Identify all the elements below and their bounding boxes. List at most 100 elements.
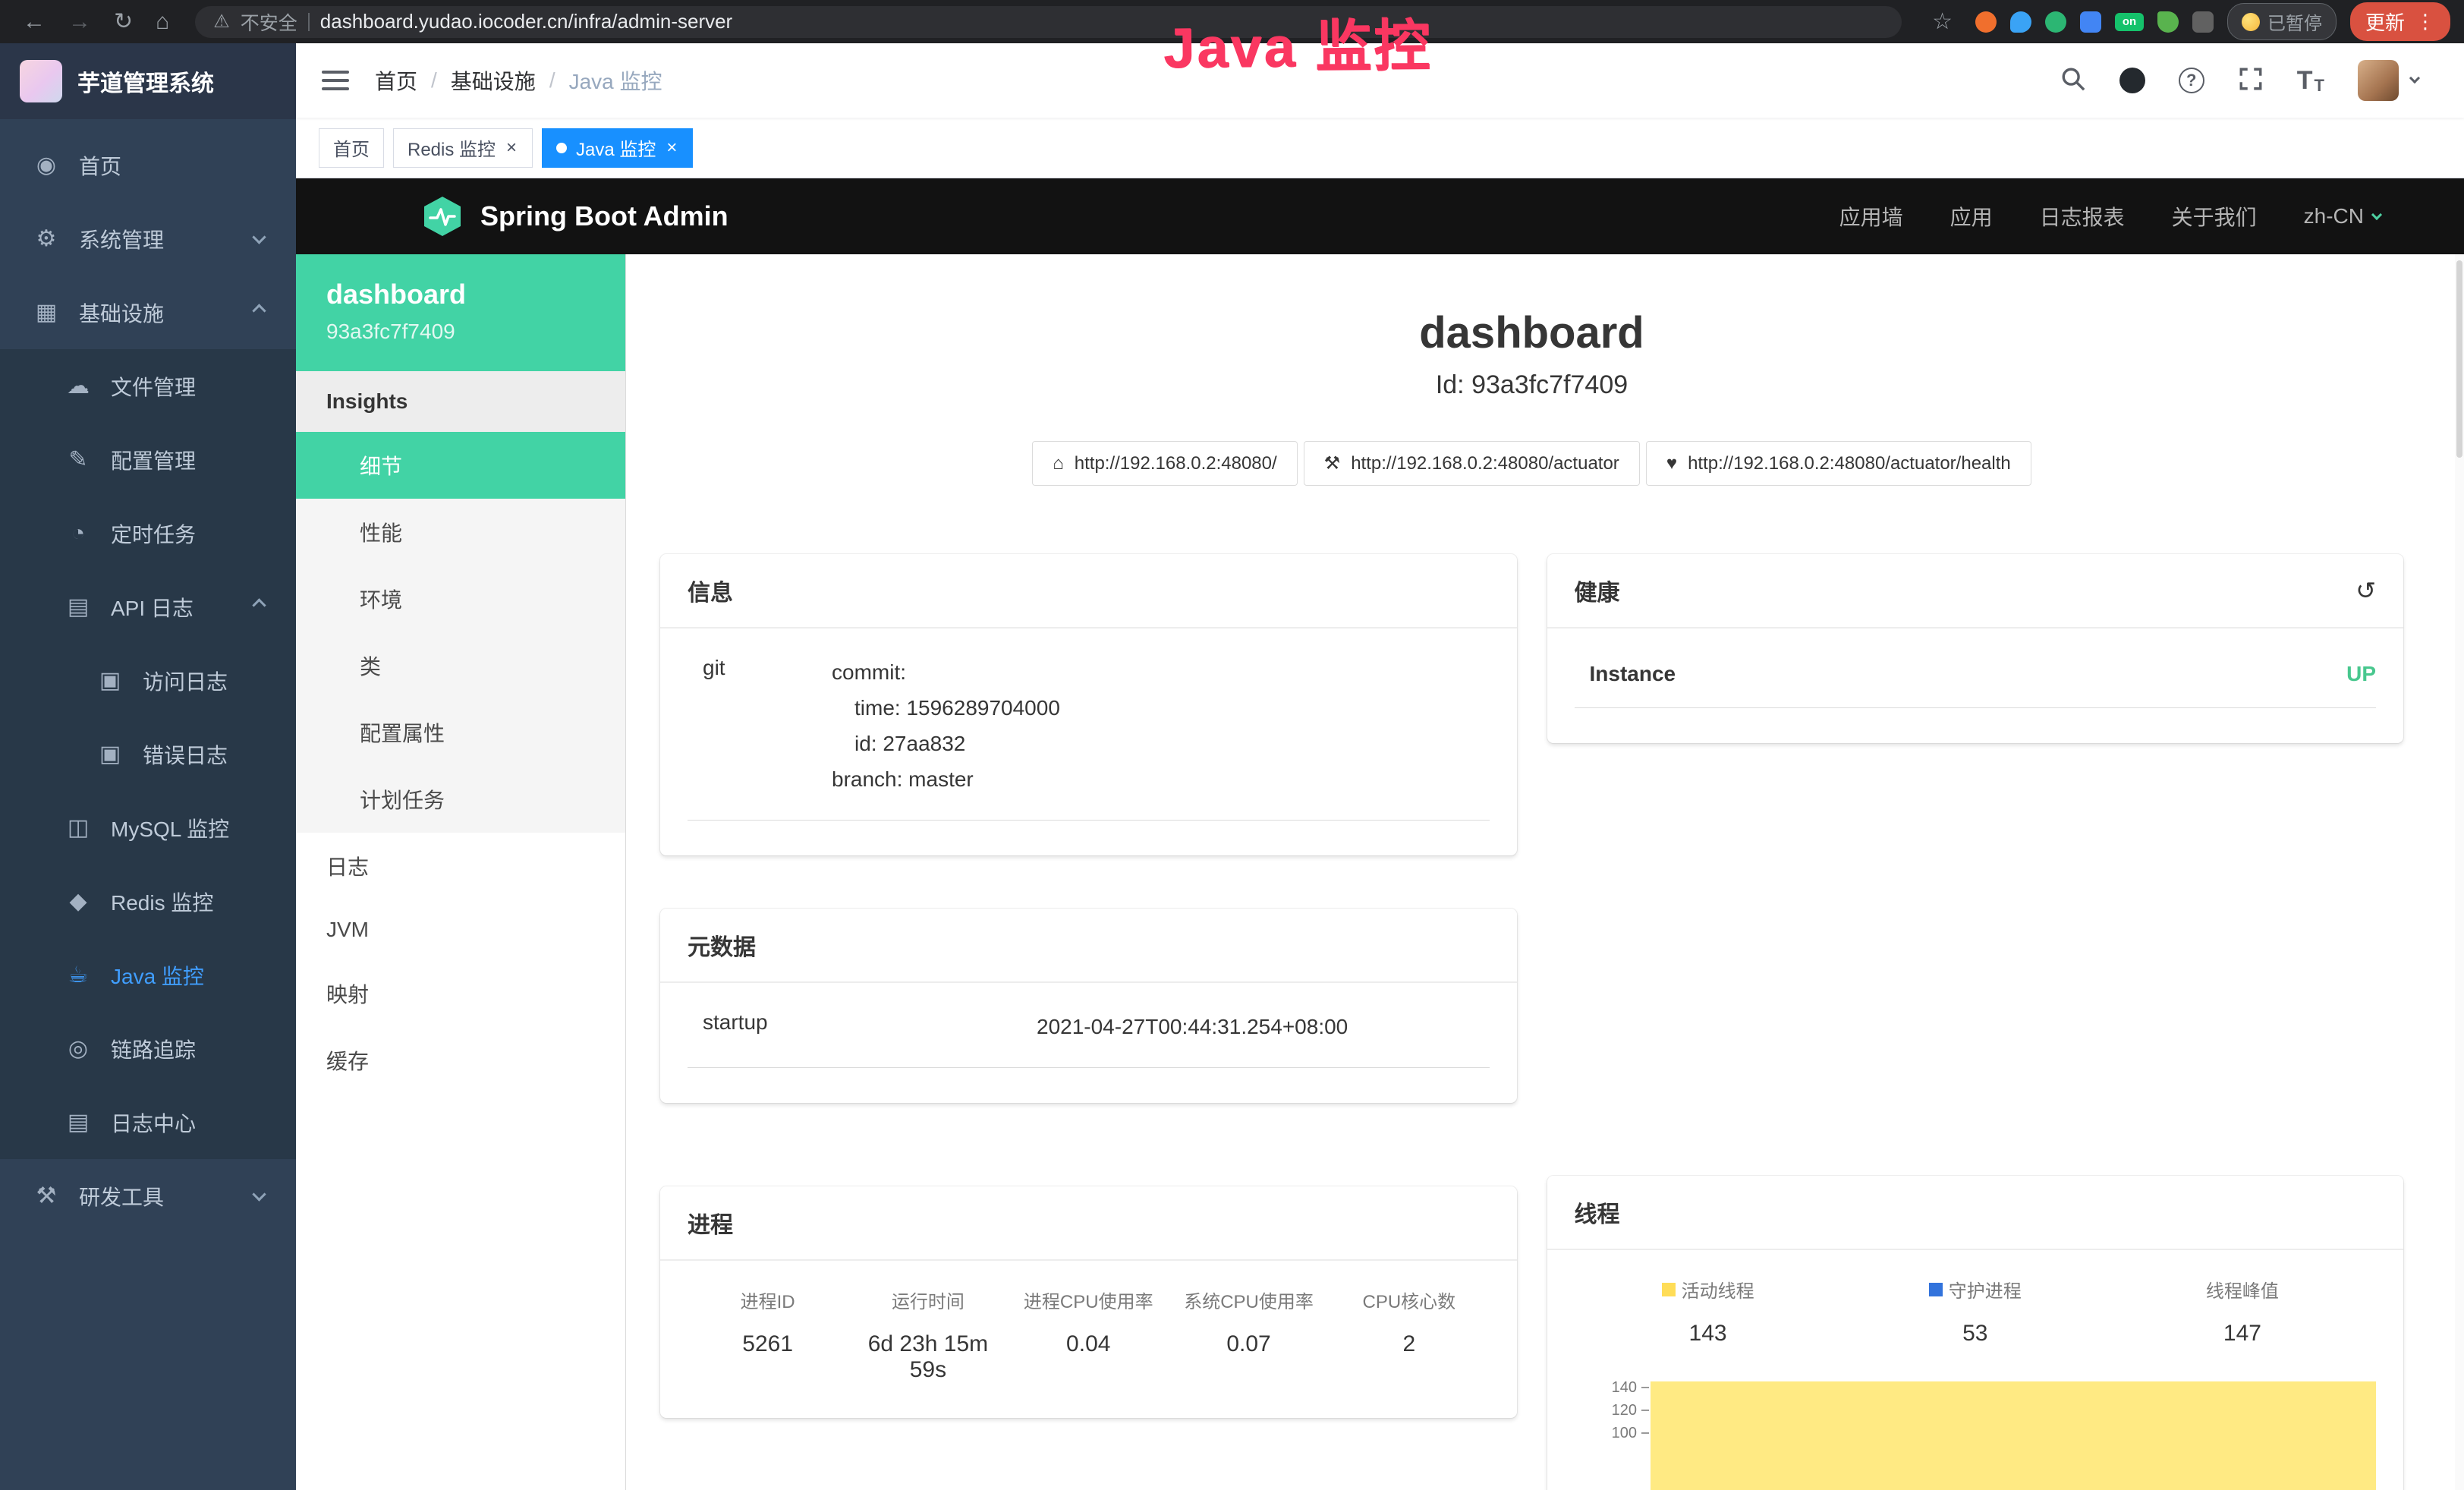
sidebar-item-label: 错误日志 [143,739,228,770]
forward-icon[interactable]: → [59,9,100,35]
java-icon: ☕ [64,962,93,988]
metric-uptime: 运行时间 6d 23h 15m 59s [848,1287,1008,1383]
sba-navbar: Spring Boot Admin 应用墙 应用 日志报表 关于我们 zh-CN [296,178,2464,254]
close-icon[interactable]: × [505,137,518,159]
sidebar-item-log-center[interactable]: ▤ 日志中心 [0,1085,296,1159]
security-label[interactable]: 不安全 [241,8,297,36]
annotation-java-monitor: Java 监控 [1163,0,1432,83]
history-icon[interactable]: ↺ [2355,576,2376,605]
address-bar[interactable]: ⚠ 不安全 dashboard.yudao.iocoder.cn/infra/a… [195,6,1902,38]
sidebar-item-file-management[interactable]: ☁ 文件管理 [0,349,296,423]
sidebar-item-infrastructure[interactable]: ▦ 基础设施 [0,276,296,349]
sidebar-item-home[interactable]: ◉ 首页 [0,128,296,202]
search-icon[interactable] [2060,66,2086,96]
service-url-button[interactable]: ⌂ http://192.168.0.2:48080/ [1032,441,1297,486]
instance-header[interactable]: dashboard 93a3fc7f7409 [296,254,625,371]
nav-wallboard[interactable]: 应用墙 [1839,201,1903,232]
bookmark-star-icon[interactable]: ☆ [1923,8,1962,35]
threads-chart: 140 120 100 [1575,1372,2377,1490]
card-header: 元数据 [660,909,1517,983]
green-extension-icon[interactable] [2045,11,2066,33]
paused-badge[interactable]: 已暂停 [2227,3,2337,40]
sba-item-environment[interactable]: 环境 [296,565,625,632]
sidebar-item-error-logs[interactable]: ▣ 错误日志 [0,717,296,791]
metric-cpu-cores: CPU核心数 2 [1329,1287,1489,1383]
home-icon[interactable]: ⌂ [146,9,178,35]
sba-item-metrics[interactable]: 性能 [296,499,625,565]
scrollbar-thumb[interactable] [2456,260,2462,458]
switch-on-extension-icon[interactable]: on [2115,13,2144,31]
nav-journal[interactable]: 日志报表 [2040,201,2125,232]
sba-item-scheduled-tasks[interactable]: 计划任务 [296,766,625,833]
leaf-extension-icon[interactable] [2157,11,2179,33]
breadcrumb-home[interactable]: 首页 [375,65,417,96]
grid-extension-icon[interactable] [2080,11,2101,33]
redis-icon: ◆ [64,888,93,915]
puzzle-extension-icon[interactable] [2192,11,2214,33]
sidebar-item-dev-tools[interactable]: ⚒ 研发工具 [0,1159,296,1233]
chevron-down-icon [2371,209,2382,220]
sidebar-item-java-monitor[interactable]: ☕ Java 监控 [0,938,296,1012]
process-card: 进程 进程ID 5261 [660,1186,1517,1418]
sba-item-classes[interactable]: 类 [296,632,625,699]
font-size-icon[interactable]: T T [2297,66,2324,96]
health-url-button[interactable]: ♥ http://192.168.0.2:48080/actuator/heal… [1646,441,2031,486]
svg-text:140: 140 [1611,1379,1636,1396]
drop-extension-icon[interactable] [2010,11,2031,33]
tab-redis-monitor[interactable]: Redis 监控 × [393,128,533,168]
nav-about[interactable]: 关于我们 [2172,201,2257,232]
tags-view: 首页 Redis 监控 × Java 监控 × [296,118,2464,178]
metric-system-cpu: 系统CPU使用率 0.07 [1169,1287,1329,1383]
sidebar-item-trace[interactable]: ◎ 链路追踪 [0,1012,296,1085]
sba-item-caches[interactable]: 缓存 [296,1027,625,1094]
insights-section-label: Insights [296,371,625,432]
sidebar-item-redis-monitor[interactable]: ◆ Redis 监控 [0,865,296,938]
app-logo[interactable]: 芋道管理系统 [0,43,296,119]
tab-home[interactable]: 首页 [319,128,384,168]
scrollbar[interactable] [2455,254,2464,1490]
sba-brand[interactable]: Spring Boot Admin [421,195,729,238]
sidebar-item-system[interactable]: ⚙ 系统管理 [0,202,296,276]
breadcrumb: 首页 / 基础设施 / Java 监控 [375,65,662,96]
caret-down-icon [2409,73,2420,83]
url-text[interactable]: dashboard.yudao.iocoder.cn/infra/admin-s… [320,10,732,33]
sidebar-item-scheduled-tasks[interactable]: ◔ 定时任务 [0,496,296,570]
user-menu[interactable] [2358,60,2418,101]
sba-item-mappings[interactable]: 映射 [296,960,625,1027]
health-icon: ♥ [1666,453,1677,474]
breadcrumb-infrastructure[interactable]: 基础设施 [451,65,536,96]
update-button[interactable]: 更新 ⋮ [2350,2,2450,41]
hamburger-icon[interactable] [322,68,349,93]
git-id-line: id: 27aa832 [832,726,1490,761]
status-up-badge: UP [2346,662,2376,686]
sidebar-item-mysql-monitor[interactable]: ◫ MySQL 监控 [0,791,296,865]
sba-item-jvm[interactable]: JVM [296,899,625,960]
reload-icon[interactable]: ↻ [105,8,142,35]
close-icon[interactable]: × [665,137,678,159]
sidebar-item-label: 基础设施 [79,298,164,328]
chevron-up-icon [252,304,266,317]
tab-label: Java 监控 [576,134,656,161]
gear-icon: ⚙ [32,225,61,252]
lion-extension-icon[interactable] [1975,11,1997,33]
back-icon[interactable]: ← [14,9,55,35]
cloud-icon: ☁ [64,373,93,399]
sidebar-item-access-logs[interactable]: ▣ 访问日志 [0,644,296,717]
sidebar-item-label: 定时任务 [111,518,196,549]
locale-selector[interactable]: zh-CN [2304,204,2381,228]
github-icon[interactable] [2119,68,2145,93]
fullscreen-icon[interactable] [2238,66,2264,96]
avatar [2358,60,2399,101]
sidebar-item-config-management[interactable]: ✎ 配置管理 [0,423,296,496]
sba-item-logs[interactable]: 日志 [296,833,625,899]
sba-item-config-props[interactable]: 配置属性 [296,699,625,766]
nav-applications[interactable]: 应用 [1950,201,1993,232]
tab-java-monitor[interactable]: Java 监控 × [542,128,693,168]
question-icon[interactable]: ? [2179,68,2204,93]
sidebar-item-api-logs[interactable]: ▤ API 日志 [0,570,296,644]
actuator-url-button[interactable]: ⚒ http://192.168.0.2:48080/actuator [1304,441,1640,486]
info-key: git [688,654,832,797]
kebab-menu-icon[interactable]: ⋮ [2415,10,2435,33]
sidebar-item-label: 配置管理 [111,445,196,475]
sba-item-details[interactable]: 细节 [296,432,625,499]
